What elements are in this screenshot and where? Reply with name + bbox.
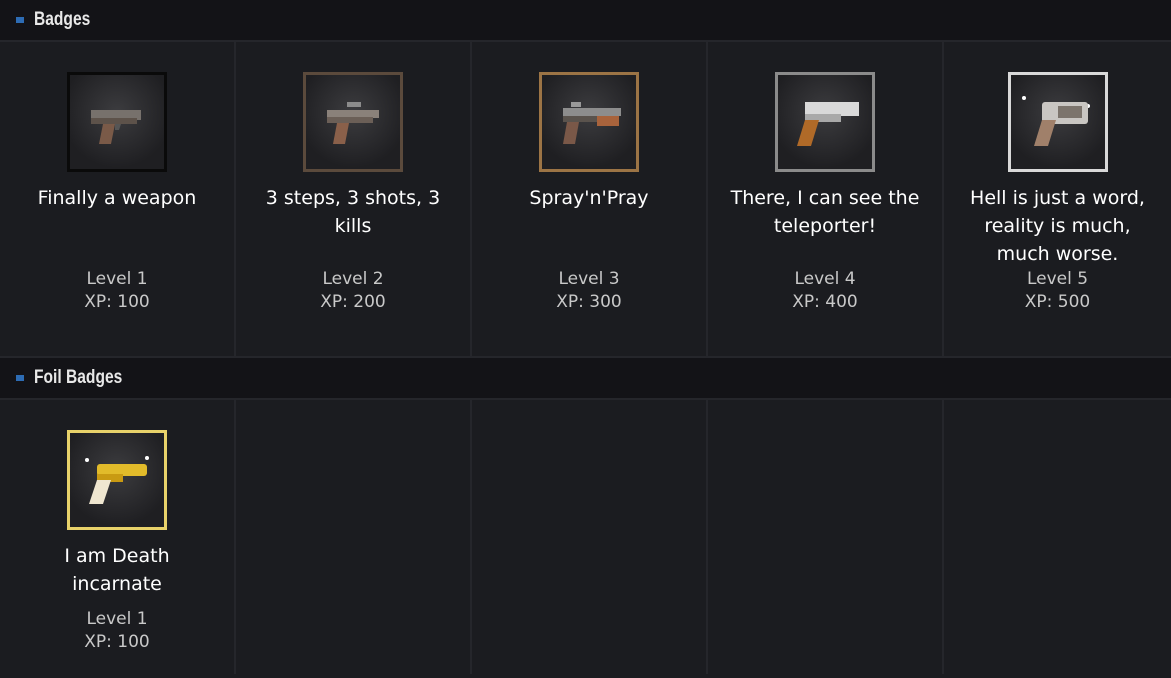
heavy-pistol-icon — [775, 72, 875, 172]
foil-badges-grid: I am Death incarnate Level 1 XP: 100 — [0, 400, 1171, 674]
badge-level: Level 1 — [86, 609, 148, 629]
badge-name: 3 steps, 3 shots, 3 kills — [265, 187, 441, 237]
badge-card[interactable]: There, I can see the teleporter! Level 4… — [708, 42, 944, 356]
section-header-foil-badges: Foil Badges — [0, 358, 1171, 400]
badge-level: Level 4 — [794, 269, 856, 289]
badge-name: Finally a weapon — [37, 187, 197, 209]
empty-cell — [236, 400, 472, 674]
badge-xp: XP: 400 — [792, 292, 858, 312]
empty-cell — [472, 400, 708, 674]
badges-grid: Finally a weapon Level 1 XP: 100 3 steps… — [0, 42, 1171, 358]
badge-card[interactable]: Hell is just a word, reality is much, mu… — [944, 42, 1171, 356]
empty-cell — [944, 400, 1171, 674]
badge-name: Spray'n'Pray — [529, 187, 649, 209]
section-header-badges: Badges — [0, 0, 1171, 42]
golden-revolver-icon — [67, 430, 167, 530]
badge-card[interactable]: Finally a weapon Level 1 XP: 100 — [0, 42, 236, 356]
pistol-mod-icon — [539, 72, 639, 172]
badge-xp: XP: 500 — [1024, 292, 1091, 312]
badge-card[interactable]: Spray'n'Pray Level 3 XP: 300 — [472, 42, 708, 356]
badge-card[interactable]: 3 steps, 3 shots, 3 kills Level 2 XP: 20… — [236, 42, 472, 356]
badge-level: Level 3 — [558, 269, 620, 289]
badge-level: Level 2 — [322, 269, 384, 289]
badge-xp: XP: 100 — [84, 632, 150, 652]
badge-xp: XP: 300 — [556, 292, 622, 312]
section-title: Foil Badges — [34, 367, 123, 388]
section-bullet-icon — [16, 17, 24, 23]
section-bullet-icon — [16, 375, 24, 381]
badge-card[interactable]: I am Death incarnate Level 1 XP: 100 — [0, 400, 236, 674]
badge-xp: XP: 100 — [84, 292, 150, 312]
badge-xp: XP: 200 — [320, 292, 386, 312]
badge-name: Hell is just a word, reality is much, mu… — [970, 187, 1145, 265]
revolver-icon — [1007, 72, 1108, 172]
empty-cell — [708, 400, 944, 674]
pistol-scope-icon — [303, 72, 403, 172]
section-title: Badges — [34, 9, 91, 30]
badge-name: There, I can see the teleporter! — [730, 187, 920, 237]
badge-level: Level 1 — [86, 269, 148, 289]
pistol-icon — [67, 72, 167, 172]
badge-level: Level 5 — [1026, 269, 1089, 289]
badge-name: I am Death incarnate — [64, 545, 170, 595]
